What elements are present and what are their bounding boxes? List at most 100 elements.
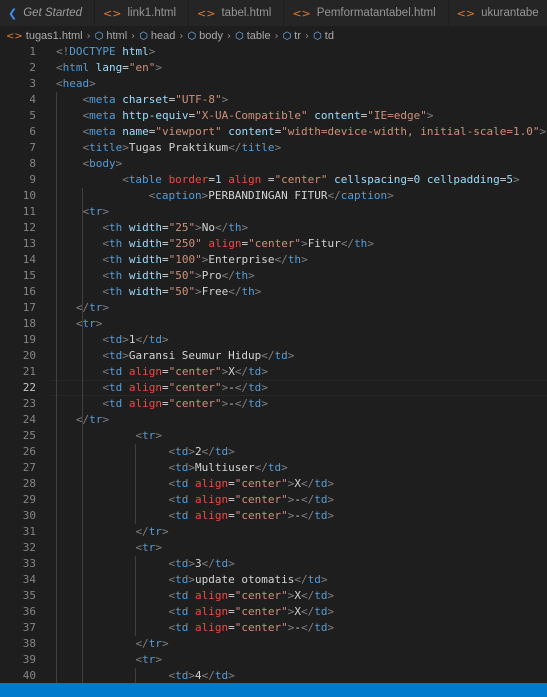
code-token: </ bbox=[234, 365, 249, 378]
html-file-icon: <> bbox=[197, 6, 216, 20]
code-token: > bbox=[122, 349, 129, 362]
code-text: </tr> bbox=[135, 636, 168, 652]
code-token: No bbox=[201, 221, 215, 234]
tab-label: tabel.html bbox=[221, 7, 272, 19]
code-line[interactable]: 8 <body> bbox=[0, 156, 547, 172]
tab-tabel-html[interactable]: <> tabel.html bbox=[189, 0, 285, 26]
code-token: update otomatis bbox=[195, 573, 295, 586]
line-number: 8 bbox=[29, 157, 36, 170]
code-token: td bbox=[175, 461, 189, 474]
indent-guide bbox=[56, 92, 57, 683]
code-token: tr bbox=[148, 525, 162, 538]
code-token: </ bbox=[301, 589, 315, 602]
code-token: th bbox=[241, 285, 255, 298]
breadcrumb-body[interactable]: body bbox=[199, 30, 223, 42]
code-line[interactable]: 2 <html lang="en"> bbox=[0, 60, 547, 76]
code-line[interactable]: 5 <meta http-equiv="X-UA-Compatible" cont… bbox=[0, 108, 547, 124]
breadcrumb-td[interactable]: td bbox=[325, 30, 334, 42]
code-token: > bbox=[102, 205, 109, 218]
element-icon: ⬡ bbox=[139, 30, 148, 42]
code-token: </ bbox=[201, 669, 215, 682]
tab-label: ukurantabe bbox=[481, 7, 539, 19]
code-token: < bbox=[122, 173, 129, 186]
code-token: </ bbox=[340, 237, 355, 250]
code-token: = bbox=[228, 621, 235, 634]
code-token: = bbox=[228, 589, 235, 602]
code-token: td bbox=[175, 557, 189, 570]
code-line[interactable]: 7 <title>Tugas Praktikum</title> bbox=[0, 140, 547, 156]
code-token: > bbox=[155, 541, 162, 554]
code-token: Multiuser bbox=[195, 461, 255, 474]
code-token: td bbox=[214, 669, 229, 682]
code-token: = bbox=[228, 509, 235, 522]
code-token: > bbox=[122, 141, 129, 154]
code-token: td bbox=[108, 349, 123, 362]
code-token: </ bbox=[327, 189, 341, 202]
line-number: 7 bbox=[29, 141, 36, 154]
code-token: td bbox=[214, 445, 229, 458]
code-token: td bbox=[267, 461, 282, 474]
code-token: head bbox=[62, 77, 90, 90]
breadcrumb-tr[interactable]: tr bbox=[294, 30, 301, 42]
code-text: <th width="50">Free</th> bbox=[102, 284, 261, 300]
breadcrumb-table[interactable]: table bbox=[247, 30, 271, 42]
code-text: <td>3</td> bbox=[169, 556, 235, 572]
code-line[interactable]: 9 <table border=1 align ="center" cellspa… bbox=[0, 172, 547, 188]
code-token: > bbox=[155, 429, 162, 442]
code-token: th bbox=[108, 237, 123, 250]
code-token: td bbox=[108, 333, 123, 346]
line-number: 17 bbox=[22, 301, 36, 314]
code-line[interactable]: 4 <meta charset="UTF-8"> bbox=[0, 92, 547, 108]
tab-link1-html[interactable]: <> link1.html bbox=[95, 0, 190, 26]
tab-label: link1.html bbox=[127, 7, 177, 19]
breadcrumb-head[interactable]: head bbox=[151, 30, 175, 42]
code-token: "50" bbox=[168, 269, 196, 282]
code-line[interactable]: 3 <head> bbox=[0, 76, 547, 92]
code-token: align bbox=[128, 365, 162, 378]
code-line[interactable]: 1 <!DOCTYPE html> bbox=[0, 44, 547, 60]
code-token: tr bbox=[142, 429, 156, 442]
code-token: td bbox=[274, 349, 288, 362]
code-token: = bbox=[228, 477, 235, 490]
code-text: <tr> bbox=[135, 540, 162, 556]
code-text: <td align="center">-</td> bbox=[169, 620, 335, 636]
tab-pemformatantabel-html[interactable]: <> Pemformatantabel.html bbox=[284, 0, 449, 26]
breadcrumb-html[interactable]: html bbox=[106, 30, 127, 42]
tab-get-started[interactable]: ❮ Get Started bbox=[0, 0, 96, 26]
code-token: > bbox=[161, 333, 169, 346]
code-token: border bbox=[168, 173, 209, 186]
code-line[interactable]: 6 <meta name="viewport" content="width=de… bbox=[0, 124, 547, 140]
breadcrumb-file[interactable]: tugas1.html bbox=[26, 30, 83, 42]
line-number: 20 bbox=[22, 349, 36, 362]
code-text: <meta charset="UTF-8"> bbox=[82, 92, 228, 108]
line-number: 12 bbox=[22, 221, 36, 234]
code-token: html bbox=[122, 45, 149, 58]
code-text: <table border=1 align ="center" cellspac… bbox=[122, 172, 519, 188]
tab-ukurantabel-html[interactable]: <> ukurantabe bbox=[449, 0, 547, 26]
code-token: td bbox=[108, 365, 123, 378]
code-token: > bbox=[261, 381, 268, 394]
code-token: lang bbox=[95, 61, 123, 74]
code-token: "X-UA-Compatible" bbox=[195, 109, 308, 122]
code-token: td bbox=[175, 477, 189, 490]
code-token: > bbox=[327, 589, 335, 602]
code-editor[interactable]: 1 <!DOCTYPE html> 2 <html lang="en"> 3 <head>… bbox=[0, 44, 547, 683]
code-token: > bbox=[102, 413, 109, 426]
indent-guide bbox=[135, 668, 137, 683]
code-token: cellpadding bbox=[426, 173, 500, 186]
code-token: td bbox=[175, 605, 189, 618]
code-token: td bbox=[248, 381, 262, 394]
code-token: > bbox=[221, 93, 229, 106]
code-token: > bbox=[261, 397, 268, 410]
code-token: > bbox=[274, 141, 282, 154]
code-token: td bbox=[248, 365, 262, 378]
line-number: 28 bbox=[22, 477, 36, 490]
line-number: 5 bbox=[29, 109, 36, 122]
code-token: Garansi Seumur Hidup bbox=[128, 349, 262, 362]
code-text: <tr> bbox=[82, 204, 109, 220]
code-text: </tr> bbox=[135, 524, 168, 540]
code-token: td bbox=[314, 589, 328, 602]
code-token: > bbox=[281, 461, 288, 474]
